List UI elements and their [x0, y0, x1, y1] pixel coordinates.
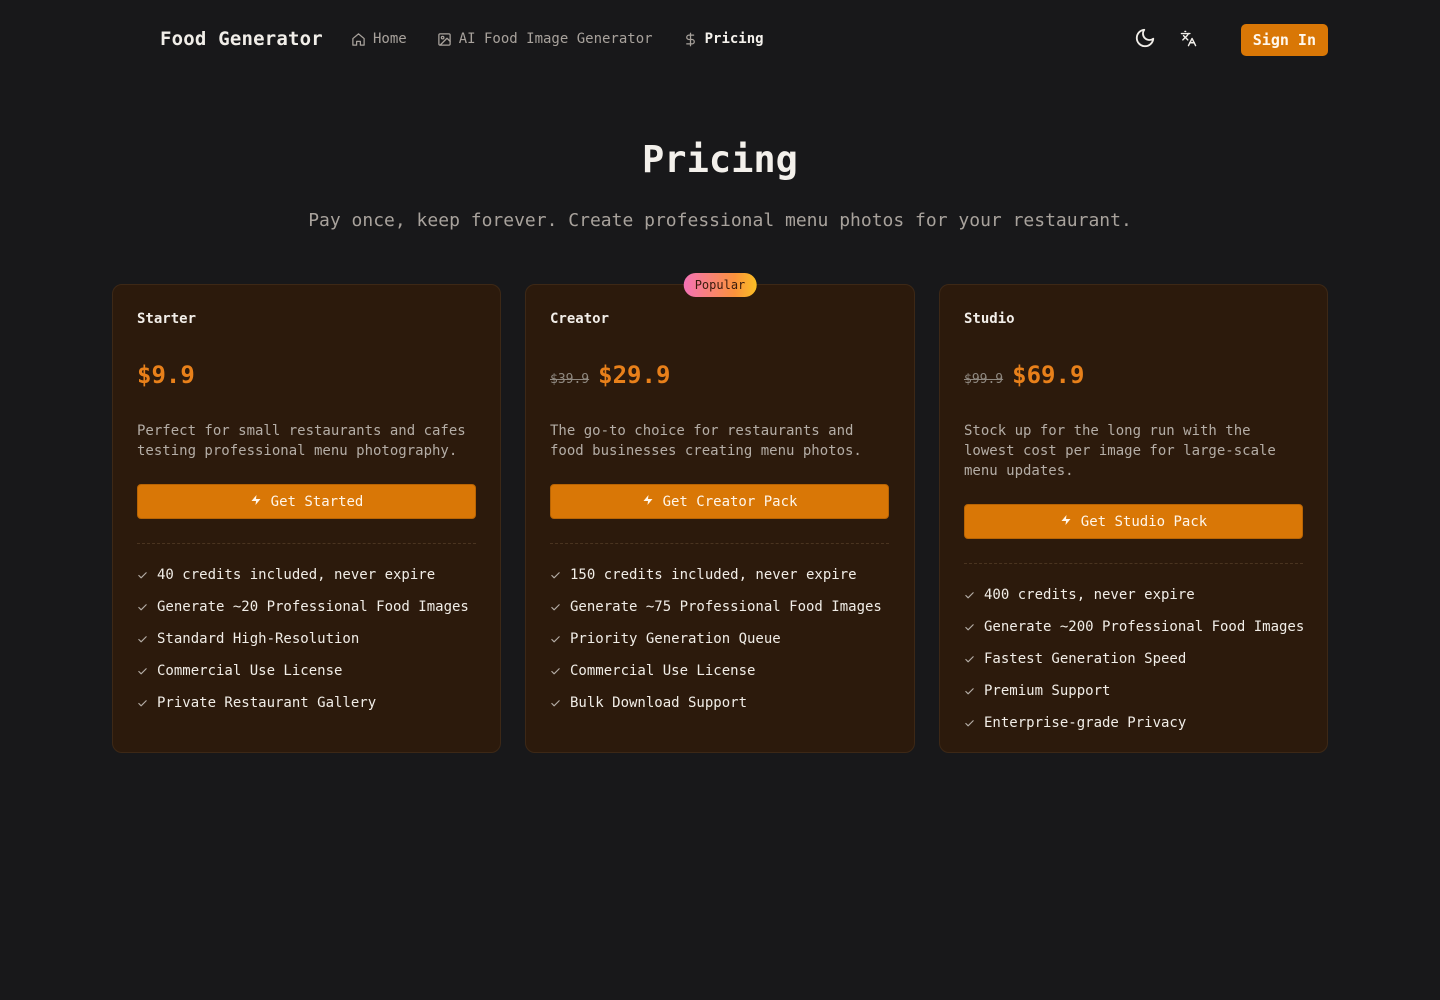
divider: [137, 543, 476, 544]
feature-text: Generate ~75 Professional Food Images: [570, 599, 882, 615]
zap-icon: [250, 493, 262, 511]
moon-icon: [1134, 27, 1156, 53]
nav-ai-food-image-generator[interactable]: AI Food Image Generator: [437, 31, 653, 47]
popular-badge: Popular: [683, 273, 757, 297]
feature-text: Standard High-Resolution: [157, 631, 360, 647]
get-started-button[interactable]: Get Started: [137, 484, 476, 519]
plan-price: $9.9: [137, 361, 195, 389]
dollar-icon: [683, 32, 698, 47]
feature-item: Commercial Use License: [137, 655, 469, 687]
feature-item: Standard High-Resolution: [137, 623, 469, 655]
feature-item: Enterprise-grade Privacy: [964, 707, 1304, 739]
nav-pricing[interactable]: Pricing: [683, 31, 764, 47]
divider: [964, 563, 1303, 564]
feature-text: Generate ~200 Professional Food Images: [984, 619, 1305, 635]
check-icon: [550, 634, 561, 645]
feature-text: Bulk Download Support: [570, 695, 748, 711]
feature-text: Private Restaurant Gallery: [157, 695, 377, 711]
plan-price: $69.9: [1012, 361, 1085, 389]
plan-description: The go-to choice for restaurants and foo…: [550, 423, 862, 459]
feature-item: Premium Support: [964, 675, 1304, 707]
page-title: Pricing: [642, 138, 798, 181]
nav-ai-food-image-generator-label: AI Food Image Generator: [458, 31, 653, 47]
feature-item: 400 credits, never expire: [964, 579, 1304, 611]
check-icon: [550, 570, 561, 581]
check-icon: [964, 718, 975, 729]
plan-price: $29.9: [598, 361, 671, 389]
pricing-card-studio: Studio $99.9 $69.9 Stock up for the long…: [939, 284, 1328, 753]
price-row: $9.9: [137, 361, 195, 389]
language-switch-button[interactable]: [1173, 24, 1205, 56]
theme-toggle-button[interactable]: [1129, 24, 1161, 56]
feature-text: Fastest Generation Speed: [984, 651, 1187, 667]
feature-text: 150 credits included, never expire: [570, 567, 857, 583]
price-row: $99.9 $69.9: [964, 361, 1084, 389]
feature-list: 400 credits, never expire Generate ~200 …: [964, 579, 1304, 739]
image-icon: [437, 32, 452, 47]
plan-description: Stock up for the long run with the lowes…: [964, 423, 1276, 479]
feature-text: Premium Support: [984, 683, 1111, 699]
sign-in-button[interactable]: Sign In: [1240, 24, 1328, 56]
feature-list: 150 credits included, never expire Gener…: [550, 559, 882, 719]
original-price: $39.9: [550, 372, 590, 387]
feature-text: Enterprise-grade Privacy: [984, 715, 1187, 731]
get-studio-pack-button[interactable]: Get Studio Pack: [964, 504, 1303, 539]
check-icon: [550, 666, 561, 677]
nav-pricing-label: Pricing: [704, 31, 764, 47]
plan-name: Creator: [550, 311, 610, 327]
pricing-card-starter: Starter $9.9 Perfect for small restauran…: [112, 284, 501, 753]
feature-text: Commercial Use License: [570, 663, 756, 679]
check-icon: [964, 622, 975, 633]
nav-home[interactable]: Home: [351, 31, 407, 47]
zap-icon: [642, 493, 654, 511]
pricing-card-creator: Popular Creator $39.9 $29.9 The go-to ch…: [525, 273, 915, 753]
feature-text: 40 credits included, never expire: [157, 567, 436, 583]
plan-description: Perfect for small restaurants and cafes …: [137, 423, 466, 459]
feature-text: Commercial Use License: [157, 663, 343, 679]
feature-item: Fastest Generation Speed: [964, 643, 1304, 675]
check-icon: [964, 686, 975, 697]
feature-item: 150 credits included, never expire: [550, 559, 882, 591]
zap-icon: [1060, 513, 1072, 531]
nav-home-label: Home: [373, 31, 407, 47]
feature-text: Generate ~20 Professional Food Images: [157, 599, 469, 615]
header-actions: Sign In: [1129, 24, 1328, 56]
top-navbar: Food Generator Home AI Food Image Genera…: [0, 0, 1440, 80]
main-nav: Home AI Food Image Generator Pricing: [351, 31, 794, 47]
feature-item: Generate ~200 Professional Food Images: [964, 611, 1304, 643]
cta-label: Get Creator Pack: [662, 493, 798, 510]
feature-text: 400 credits, never expire: [984, 587, 1195, 603]
feature-item: Generate ~75 Professional Food Images: [550, 591, 882, 623]
feature-item: 40 credits included, never expire: [137, 559, 469, 591]
divider: [550, 543, 889, 544]
feature-item: Private Restaurant Gallery: [137, 687, 469, 719]
feature-item: Commercial Use License: [550, 655, 882, 687]
cta-label: Get Studio Pack: [1080, 513, 1208, 530]
plan-name: Starter: [137, 311, 197, 327]
feature-list: 40 credits included, never expire Genera…: [137, 559, 469, 719]
original-price: $99.9: [964, 372, 1004, 387]
feature-item: Generate ~20 Professional Food Images: [137, 591, 469, 623]
feature-item: Priority Generation Queue: [550, 623, 882, 655]
check-icon: [550, 602, 561, 613]
price-row: $39.9 $29.9: [550, 361, 670, 389]
brand-logo-text[interactable]: Food Generator: [160, 28, 323, 50]
check-icon: [137, 698, 148, 709]
translate-icon: [1180, 30, 1197, 51]
check-icon: [137, 666, 148, 677]
plan-name: Studio: [964, 311, 1015, 327]
page-subtitle: Pay once, keep forever. Create professio…: [308, 210, 1132, 231]
get-creator-pack-button[interactable]: Get Creator Pack: [550, 484, 889, 519]
check-icon: [137, 634, 148, 645]
check-icon: [964, 590, 975, 601]
check-icon: [964, 654, 975, 665]
cta-label: Get Started: [270, 493, 364, 510]
feature-text: Priority Generation Queue: [570, 631, 781, 647]
check-icon: [137, 570, 148, 581]
check-icon: [550, 698, 561, 709]
check-icon: [137, 602, 148, 613]
home-icon: [351, 32, 366, 47]
feature-item: Bulk Download Support: [550, 687, 882, 719]
